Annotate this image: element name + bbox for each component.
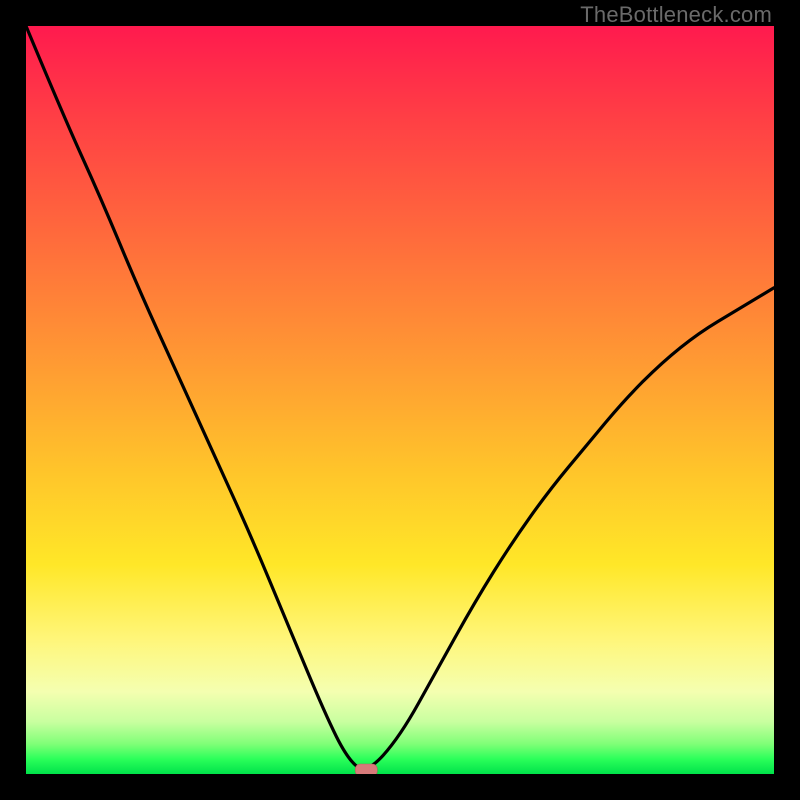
bottleneck-curve	[26, 26, 774, 769]
plot-area	[26, 26, 774, 774]
watermark-text: TheBottleneck.com	[580, 2, 772, 28]
chart-frame: TheBottleneck.com	[0, 0, 800, 800]
minimum-marker	[355, 764, 377, 774]
curve-layer	[26, 26, 774, 774]
